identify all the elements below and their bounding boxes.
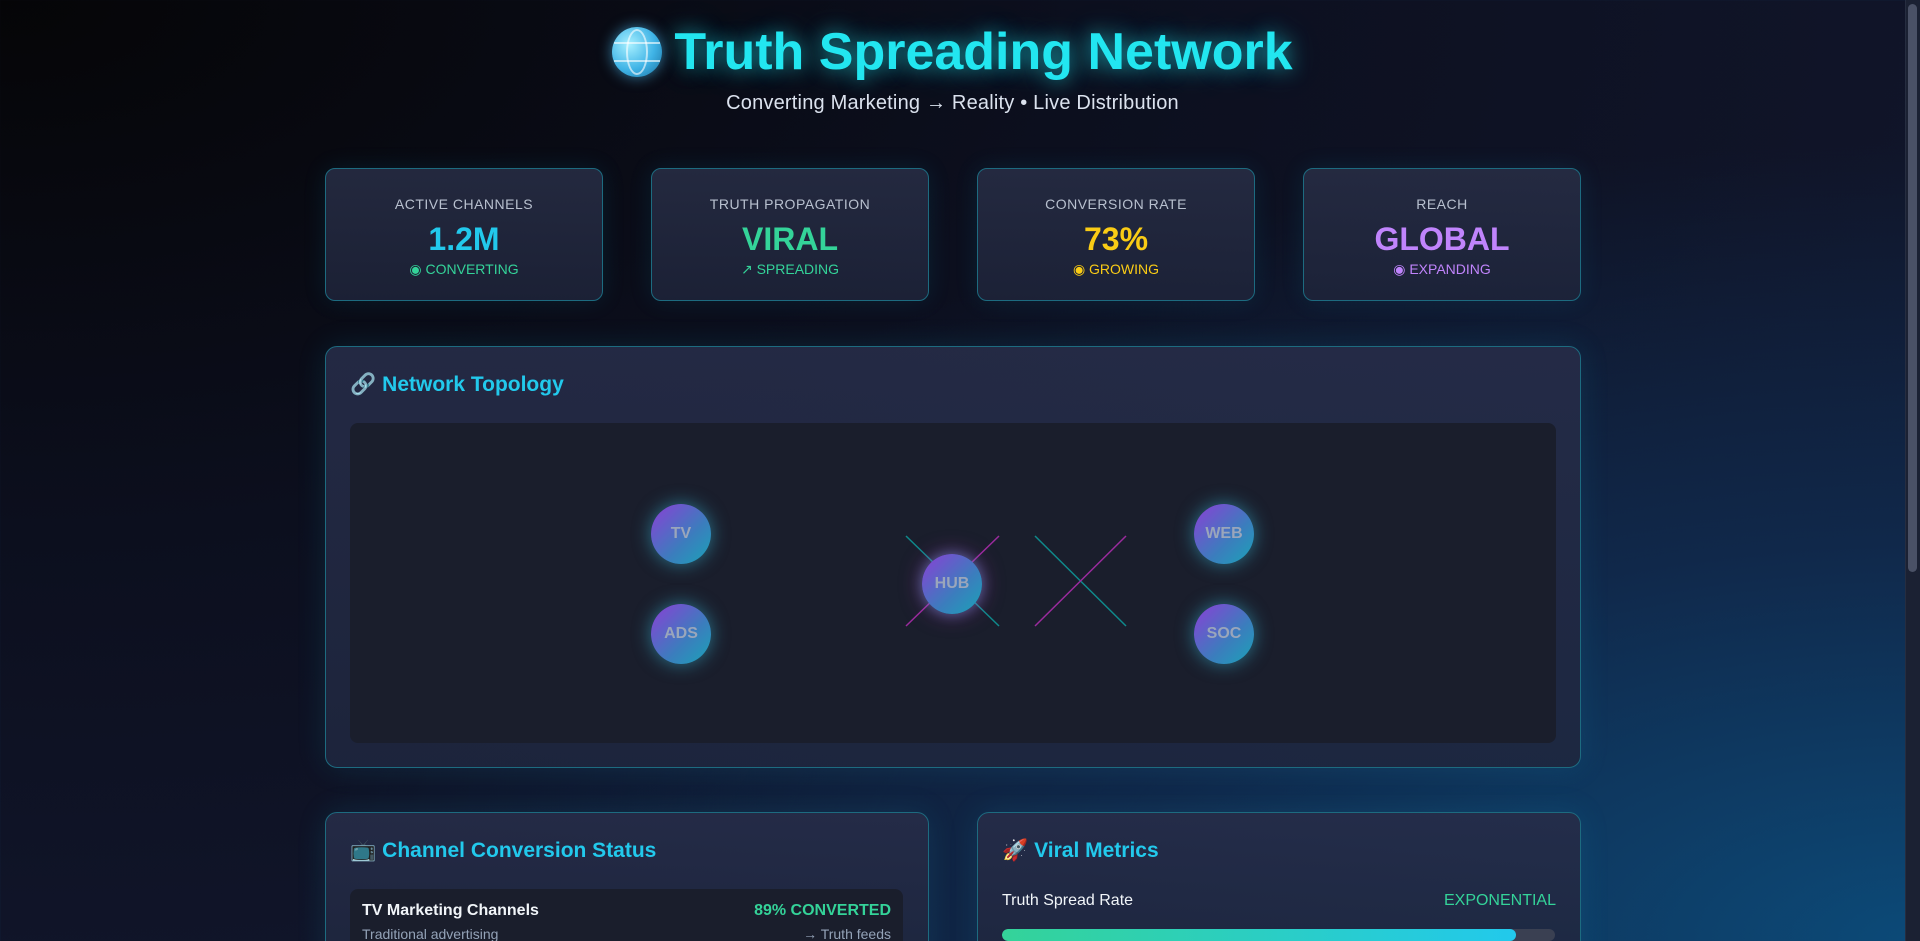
scrollbar-thumb[interactable] (1908, 4, 1917, 572)
viral-metrics-panel: 🚀 Viral Metrics Truth Spread Rate EXPONE… (977, 812, 1581, 941)
node-tv[interactable]: TV (651, 504, 711, 564)
stat-label: CONVERSION RATE (1045, 196, 1187, 212)
stat-card-truth-propagation: TRUTH PROPAGATION VIRAL ↗ SPREADING (651, 168, 929, 301)
metric-value: EXPONENTIAL (1443, 892, 1556, 909)
page-title-text: Truth Spreading Network (674, 23, 1293, 81)
channel-conversion-panel: 📺 Channel Conversion Status TV Marketing… (325, 812, 929, 941)
stat-value: 1.2M (428, 221, 500, 257)
network-topology-panel: 🔗 Network Topology TV ADS HUB WEB SOC (325, 346, 1581, 768)
node-ads[interactable]: ADS (651, 604, 711, 664)
stat-status: ◉ CONVERTING (409, 261, 519, 277)
page-header: Truth Spreading Network Converting Marke… (0, 22, 1905, 115)
page-title: Truth Spreading Network (612, 22, 1293, 82)
stat-status: ◉ EXPANDING (1393, 261, 1491, 277)
stat-card-active-channels: ACTIVE CHANNELS 1.2M ◉ CONVERTING (325, 168, 603, 301)
node-hub[interactable]: HUB (922, 554, 982, 614)
channel-name: TV Marketing Channels (362, 902, 539, 919)
channel-description: Traditional advertising (362, 926, 499, 941)
node-soc[interactable]: SOC (1194, 604, 1254, 664)
network-topology-title-text: Network Topology (382, 373, 564, 396)
progress-fill (1002, 929, 1517, 941)
stat-card-conversion-rate: CONVERSION RATE 73% ◉ GROWING (977, 168, 1255, 301)
node-web[interactable]: WEB (1194, 504, 1254, 564)
stat-status: ↗ SPREADING (740, 261, 840, 277)
rocket-icon: 🚀 (1002, 839, 1029, 862)
globe-icon (612, 27, 663, 77)
page-scrollbar[interactable] (1905, 0, 1920, 941)
viral-metrics-title-text: Viral Metrics (1034, 839, 1159, 862)
stat-label: TRUTH PROPAGATION (709, 196, 871, 212)
metric-label: Truth Spread Rate (1002, 892, 1134, 909)
stat-value: 73% (1083, 221, 1149, 257)
channel-conversion-title-text: Channel Conversion Status (382, 839, 657, 862)
stat-status: ◉ GROWING (1072, 261, 1160, 277)
stat-label: ACTIVE CHANNELS (394, 196, 534, 212)
truth-spread-progress-bar (1002, 929, 1555, 941)
viral-metrics-title: 🚀 Viral Metrics (1002, 839, 1159, 863)
tv-icon: 📺 (350, 839, 377, 862)
stat-card-reach: REACH GLOBAL ◉ EXPANDING (1303, 168, 1581, 301)
channel-conversion-title: 📺 Channel Conversion Status (350, 839, 656, 863)
channel-output: → Truth feeds (803, 926, 891, 941)
stat-value: VIRAL (742, 221, 838, 257)
topology-canvas: TV ADS HUB WEB SOC (350, 423, 1556, 743)
page-subtitle: Converting Marketing → Reality • Live Di… (726, 92, 1179, 114)
network-topology-title: 🔗 Network Topology (350, 373, 564, 397)
stat-label: REACH (1416, 196, 1468, 212)
stat-value: GLOBAL (1374, 221, 1510, 257)
channel-conversion-percent: 89% CONVERTED (754, 902, 891, 919)
channel-row: TV Marketing Channels Traditional advert… (350, 889, 903, 941)
link-icon: 🔗 (350, 373, 377, 396)
